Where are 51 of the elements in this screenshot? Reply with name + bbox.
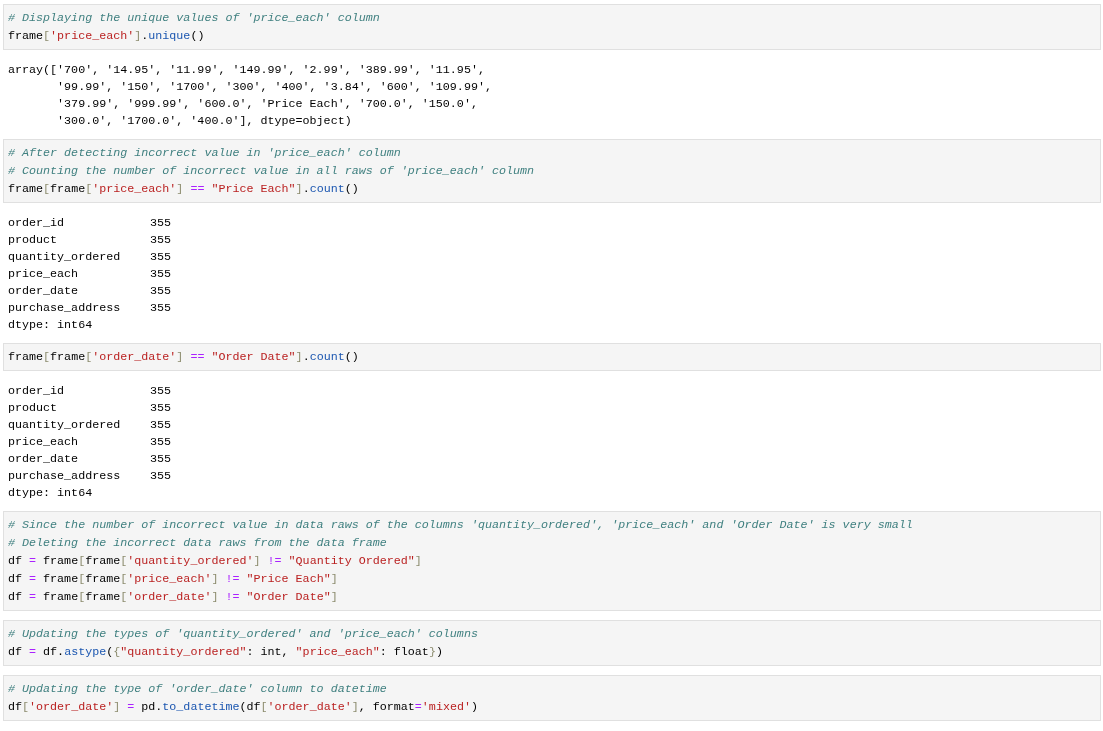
series-label: price_each [8, 266, 80, 283]
code-line: df = frame[frame['price_each'] != "Price Each"] [8, 571, 339, 588]
series-value: 355 [150, 417, 173, 434]
series-label: order_id [8, 215, 66, 232]
code-cell[interactable]: # After detecting incorrect value in 'price_each' column # Counting the number of incorrect value in all raws of 'price_each' column frame[frame['price_each'] == "Price Each"].count() [3, 139, 1101, 203]
series-label: order_date [8, 451, 80, 468]
series-label: quantity_ordered [8, 417, 122, 434]
code-cell[interactable]: # Updating the type of 'order_date' column to datetime df['order_date'] = pd.to_datetime(df['order_date'], format='mixed') [3, 675, 1101, 721]
code-comment: # Displaying the unique values of 'price_each' column [8, 10, 381, 27]
output-line: dtype: int64 [8, 317, 94, 334]
code-comment: # Updating the type of 'order_date' column to datetime [8, 681, 388, 698]
code-cell[interactable]: # Updating the types of 'quantity_ordered' and 'price_each' columns df = df.astype({"quantity_ordered": int, "price_each": float}) [3, 620, 1101, 666]
series-label: product [8, 400, 59, 417]
output-line: '99.99', '150', '1700', '300', '400', '3.84', '600', '109.99', [56, 79, 493, 96]
code-comment: # Since the number of incorrect value in data raws of the columns 'quantity_ordered', 'price_each' and 'Order Date' is very small [8, 517, 914, 534]
code-line: df = frame[frame['order_date'] != "Order Date"] [8, 589, 339, 606]
series-label: order_date [8, 283, 80, 300]
output-line: '379.99', '999.99', '600.0', 'Price Each', '700.0', '150.0', [56, 96, 479, 113]
code-line: df = frame[frame['quantity_ordered'] != "Quantity Ordered"] [8, 553, 423, 570]
code-line: frame[frame['price_each'] == "Price Each"].count() [8, 181, 360, 198]
code-comment: # Deleting the incorrect data raws from the data frame [8, 535, 388, 552]
code-cell[interactable]: frame[frame['order_date'] == "Order Date"].count() [3, 343, 1101, 371]
series-label: quantity_ordered [8, 249, 122, 266]
series-label: purchase_address [8, 300, 122, 317]
series-value: 355 [150, 400, 173, 417]
series-value: 355 [150, 434, 173, 451]
code-cell[interactable] [3, 511, 1101, 611]
code-cell[interactable]: # Displaying the unique values of 'price_each' column frame['price_each'].unique() [3, 4, 1101, 50]
code-comment: # Counting the number of incorrect value in all raws of 'price_each' column [8, 163, 536, 180]
series-label: price_each [8, 434, 80, 451]
code-comment: # After detecting incorrect value in 'price_each' column [8, 145, 402, 162]
code-line: frame['price_each'].unique() [8, 28, 206, 45]
series-value: 355 [150, 451, 173, 468]
series-value: 355 [150, 383, 173, 400]
code-line: frame[frame['order_date'] == "Order Date"].count() [8, 349, 360, 366]
series-value: 355 [150, 249, 173, 266]
output-line: '300.0', '1700.0', '400.0'], dtype=object) [56, 113, 353, 130]
series-value: 355 [150, 283, 173, 300]
series-value: 355 [150, 300, 173, 317]
output-line: dtype: int64 [8, 485, 94, 502]
series-value: 355 [150, 266, 173, 283]
code-comment: # Updating the types of 'quantity_ordered' and 'price_each' columns [8, 626, 479, 643]
series-value: 355 [150, 215, 173, 232]
series-label: purchase_address [8, 468, 122, 485]
code-line: df['order_date'] = pd.to_datetime(df['order_date'], format='mixed') [8, 699, 479, 716]
output-line: array(['700', '14.95', '11.99', '149.99', '2.99', '389.99', '11.95', [8, 62, 486, 79]
series-value: 355 [150, 232, 173, 249]
series-label: product [8, 232, 59, 249]
series-value: 355 [150, 468, 173, 485]
code-line: df = df.astype({"quantity_ordered": int, "price_each": float}) [8, 644, 444, 661]
series-label: order_id [8, 383, 66, 400]
